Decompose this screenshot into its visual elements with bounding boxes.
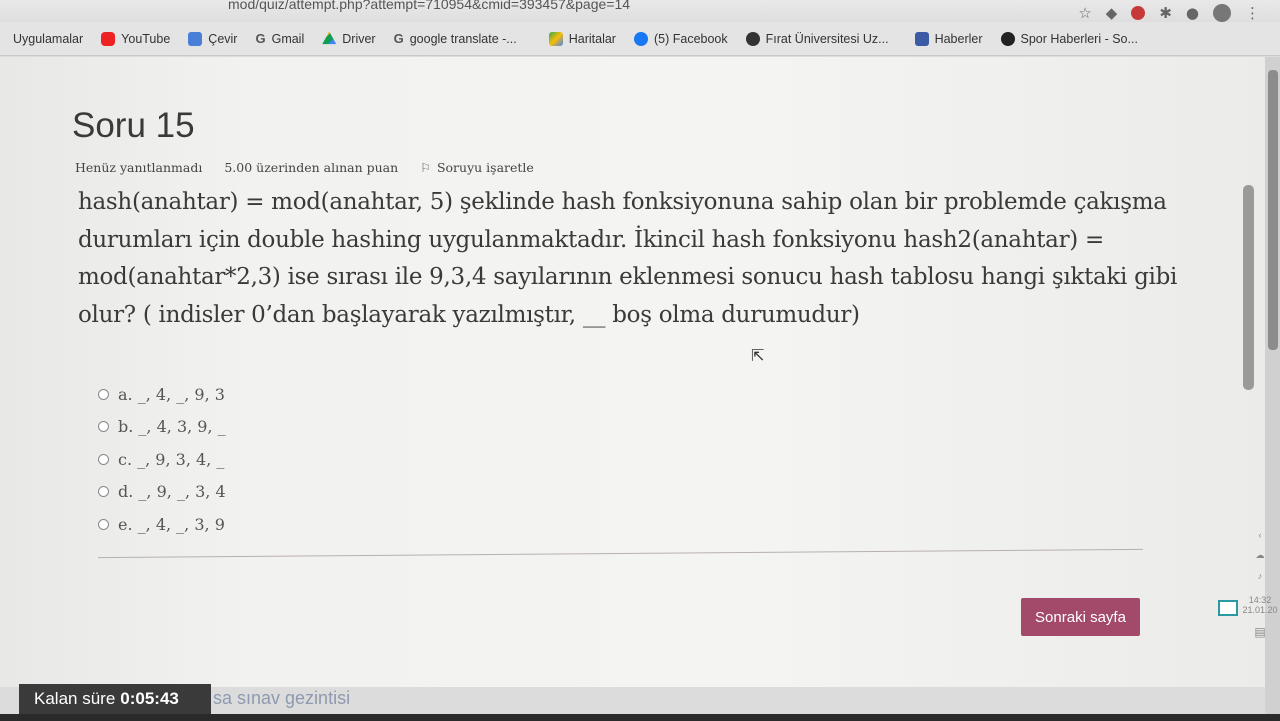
- bookmark-drive[interactable]: Driver: [313, 31, 384, 46]
- bookmark-haberler[interactable]: Haberler: [906, 31, 992, 46]
- answer-option-d[interactable]: d. _, 9, _, 3, 4: [98, 476, 226, 509]
- question-points: 5.00 üzerinden alınan puan: [224, 160, 399, 175]
- extension-icon[interactable]: ◆: [1106, 5, 1118, 21]
- answer-options: a. _, 4, _, 9, 3 b. _, 4, 3, 9, _ c. _, …: [98, 378, 226, 541]
- address-bar[interactable]: mod/quiz/attempt.php?attempt=710954&cmid…: [0, 0, 1280, 22]
- radio-button[interactable]: [98, 486, 109, 498]
- radio-button[interactable]: [98, 388, 109, 400]
- facebook-icon: [633, 31, 648, 46]
- profile-avatar[interactable]: [1213, 4, 1231, 22]
- radio-button[interactable]: [98, 518, 109, 530]
- radio-button[interactable]: [98, 421, 109, 433]
- next-page-button[interactable]: Sonraki sayfa: [1021, 598, 1140, 636]
- extension-red-icon[interactable]: [1131, 6, 1146, 20]
- bookmark-label: Çevir: [208, 31, 238, 46]
- bookmark-google-translate[interactable]: G google translate -...: [385, 31, 526, 46]
- notification-icon[interactable]: ▤: [1240, 625, 1280, 639]
- bookmark-label: Haritalar: [568, 31, 616, 46]
- wifi-volume-icon[interactable]: ♪: [1240, 571, 1280, 581]
- bookmark-maps[interactable]: Haritalar: [540, 31, 625, 46]
- timer-value: 0:05:43: [120, 689, 179, 708]
- cloud-icon[interactable]: ☁: [1240, 550, 1280, 561]
- google-icon: G: [255, 31, 266, 46]
- menu-kebab-icon[interactable]: ⋮: [1245, 5, 1260, 21]
- answer-option-a[interactable]: a. _, 4, _, 9, 3: [98, 378, 226, 411]
- timer-label: Kalan süre: [34, 689, 116, 708]
- bookmark-label: Spor Haberleri - So...: [1020, 31, 1138, 46]
- translate-icon: [188, 31, 203, 46]
- answer-label: a. _, 4, _, 9, 3: [118, 384, 225, 404]
- extension-dot-icon[interactable]: ●: [1186, 5, 1199, 21]
- quiz-navigation-link[interactable]: sa sınav gezintisi: [213, 688, 350, 709]
- flag-label: Soruyu işaretle: [436, 160, 534, 175]
- bookmark-apps[interactable]: Uygulamalar: [4, 32, 92, 46]
- page-content: [0, 57, 1265, 687]
- page-scrollbar-thumb[interactable]: [1243, 185, 1254, 390]
- bookmarks-bar: Uygulamalar YouTube Çevir G Gmail Driver…: [0, 22, 1280, 56]
- answer-option-e[interactable]: e. _, 4, _, 3, 9: [98, 508, 226, 541]
- bookmark-youtube[interactable]: YouTube: [92, 31, 179, 46]
- answer-label: c. _, 9, 3, 4, _: [118, 449, 225, 469]
- bookmark-label: google translate -...: [409, 31, 517, 46]
- puzzle-icon[interactable]: ✱: [1159, 5, 1172, 21]
- youtube-icon: [101, 31, 116, 46]
- question-text: hash(anahtar) = mod(anahtar, 5) şeklinde…: [78, 189, 1178, 328]
- bookmark-star-icon[interactable]: ☆: [1078, 5, 1091, 21]
- tray-app-icon[interactable]: [1218, 600, 1238, 616]
- mouse-cursor-icon: ⇱: [751, 346, 765, 365]
- radio-button[interactable]: [98, 453, 109, 465]
- bookmark-spor[interactable]: Spor Haberleri - So...: [992, 31, 1147, 46]
- answer-label: e. _, 4, _, 3, 9: [118, 514, 225, 534]
- answer-label: d. _, 9, _, 3, 4: [118, 482, 226, 502]
- flag-icon: ⚐: [420, 160, 431, 175]
- tray-time: 14:32: [1248, 595, 1272, 605]
- bookmark-label: Gmail: [271, 31, 305, 46]
- answer-label: b. _, 4, 3, 9, _: [118, 417, 226, 437]
- question-status: Henüz yanıtlanmadı: [75, 160, 203, 175]
- bookmark-cevir[interactable]: Çevir: [179, 31, 246, 46]
- bookmark-gmail[interactable]: G Gmail: [246, 31, 313, 46]
- chevron-left-icon[interactable]: ‹: [1240, 530, 1280, 540]
- bookmark-label: (5) Facebook: [653, 31, 728, 46]
- tray-date: 21.01.20: [1242, 605, 1278, 615]
- maps-icon: [548, 31, 563, 46]
- bookmark-label: Haberler: [934, 31, 983, 46]
- system-tray: ‹ ☁ ♪ 14:32 21.01.20 ▤: [1240, 530, 1280, 649]
- bookmark-facebook[interactable]: (5) Facebook: [625, 31, 737, 46]
- screen-bottom-edge: [0, 714, 1280, 721]
- sport-icon: [1000, 31, 1015, 46]
- question-info: Henüz yanıtlanmadı 5.00 üzerinden alınan…: [75, 160, 534, 175]
- question-title: Soru 15: [72, 106, 195, 145]
- bookmark-firat[interactable]: Fırat Üniversitesi Uz...: [737, 31, 898, 46]
- bookmark-label: YouTube: [121, 31, 171, 46]
- bookmark-label: Fırat Üniversitesi Uz...: [765, 31, 889, 46]
- browser-toolbar-icons: ☆ ◆ ✱ ● ⋮: [1078, 4, 1260, 22]
- answer-option-b[interactable]: b. _, 4, 3, 9, _: [98, 411, 226, 444]
- news-icon: [914, 31, 929, 46]
- time-remaining-box: Kalan süre 0:05:43: [19, 684, 211, 714]
- drive-icon: [322, 31, 337, 45]
- bookmark-label: Driver: [342, 31, 376, 46]
- university-icon: [745, 31, 760, 46]
- outer-scrollbar-thumb[interactable]: [1268, 70, 1278, 350]
- url-text[interactable]: mod/quiz/attempt.php?attempt=710954&cmid…: [228, 0, 630, 12]
- flag-question-link[interactable]: ⚐ Soruyu işaretle: [420, 160, 534, 175]
- google-icon: G: [393, 31, 404, 46]
- answer-option-c[interactable]: c. _, 9, 3, 4, _: [98, 443, 226, 476]
- bookmark-label: Uygulamalar: [13, 31, 84, 46]
